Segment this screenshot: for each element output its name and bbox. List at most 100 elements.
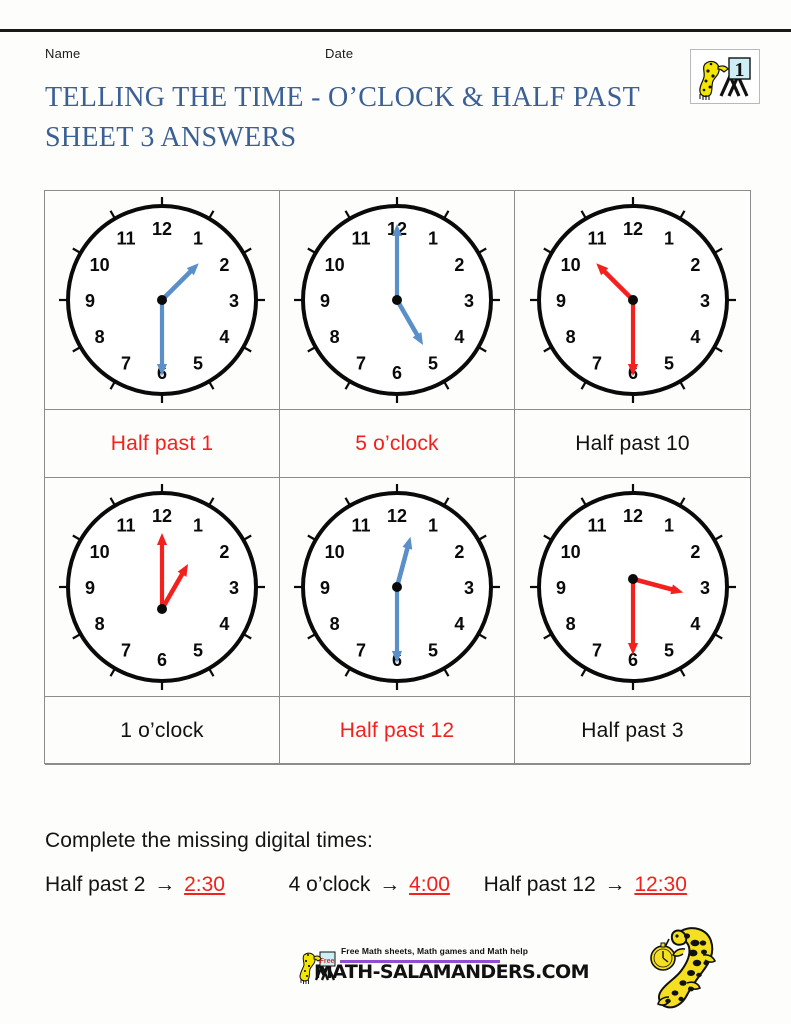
- digital-answer-3: 12:30: [634, 873, 687, 896]
- salamander-eye: [675, 934, 679, 938]
- clock-cell-3: 121234567891011: [515, 191, 750, 409]
- clock-numeral-10: 10: [325, 255, 345, 275]
- clock-numeral-12: 12: [622, 219, 642, 239]
- clock-numeral-4: 4: [454, 327, 464, 347]
- clock-numeral-3: 3: [229, 578, 239, 598]
- clock-numeral-12: 12: [622, 506, 642, 526]
- answer-text-5: Half past 12: [339, 718, 455, 742]
- answer-cell-6: Half past 3: [515, 696, 750, 765]
- clock-numeral-2: 2: [690, 255, 700, 275]
- clock-numeral-5: 5: [663, 353, 673, 373]
- clock-numeral-1: 1: [663, 229, 673, 249]
- clock-numeral-12: 12: [152, 219, 172, 239]
- clock-numeral-3: 3: [699, 578, 709, 598]
- name-label: Name: [45, 46, 81, 61]
- clock-numeral-10: 10: [560, 255, 580, 275]
- clock-cell-2: 121234567891011: [280, 191, 515, 409]
- clock-face: 121234567891011: [59, 484, 265, 690]
- clock-numeral-2: 2: [454, 255, 464, 275]
- clock-numeral-2: 2: [454, 542, 464, 562]
- clock-cell-1: 121234567891011: [45, 191, 280, 409]
- digital-item-3: Half past 12 → 12:30: [484, 873, 687, 897]
- clock-numeral-7: 7: [591, 640, 601, 660]
- instruction-text: Complete the missing digital times:: [45, 829, 373, 852]
- clock-numeral-8: 8: [330, 614, 340, 634]
- clock-numeral-6: 6: [157, 650, 167, 670]
- answer-cell-1: Half past 1: [45, 409, 280, 478]
- clock-5: 121234567891011: [280, 478, 514, 696]
- clock-numeral-3: 3: [464, 291, 474, 311]
- clock-face: 121234567891011: [294, 484, 500, 690]
- header-rule: [0, 29, 791, 32]
- clock-center-pin: [392, 582, 402, 592]
- clock-numeral-8: 8: [565, 327, 575, 347]
- answer-text-1: Half past 1: [110, 431, 214, 455]
- clock-numeral-8: 8: [565, 614, 575, 634]
- clock-numeral-8: 8: [330, 327, 340, 347]
- clock-numeral-4: 4: [690, 327, 700, 347]
- clock-numeral-9: 9: [85, 291, 95, 311]
- clock-numeral-5: 5: [663, 640, 673, 660]
- page-title: TELLING THE TIME - O’CLOCK & HALF PAST S…: [45, 78, 645, 158]
- clock-numeral-1: 1: [428, 229, 438, 249]
- clock-numeral-3: 3: [464, 578, 474, 598]
- clock-numeral-11: 11: [351, 229, 370, 249]
- clock-numeral-4: 4: [219, 327, 229, 347]
- clock-numeral-11: 11: [116, 229, 135, 249]
- answer-text-3: Half past 10: [575, 431, 690, 455]
- footer-tagline: Free Math sheets, Math games and Math he…: [341, 946, 528, 956]
- answer-cell-3: Half past 10: [515, 409, 750, 478]
- clock-center-pin: [392, 295, 402, 305]
- digital-prompt-3: Half past 12: [483, 873, 596, 896]
- clock-numeral-1: 1: [193, 516, 203, 536]
- clock-grid: 121234567891011 121234567891011 12123456…: [44, 190, 751, 765]
- clock-3: 121234567891011: [515, 191, 750, 409]
- digital-prompt-2: 4 o’clock: [288, 873, 371, 896]
- footer-salamander-icon: Free: [299, 951, 336, 984]
- clock-numeral-4: 4: [690, 614, 700, 634]
- clock-numeral-5: 5: [428, 353, 438, 373]
- logo-easel-icon: 1: [691, 50, 759, 103]
- clock-numeral-12: 12: [152, 506, 172, 526]
- clock-face: 121234567891011: [294, 197, 500, 403]
- clock-numeral-11: 11: [351, 516, 370, 536]
- clock-numeral-1: 1: [428, 516, 438, 536]
- clock-numeral-2: 2: [219, 255, 229, 275]
- title-line-1: TELLING THE TIME - O’CLOCK & HALF PAST: [45, 82, 640, 113]
- answer-cell-4: 1 o’clock: [45, 696, 280, 765]
- clock-numeral-9: 9: [85, 578, 95, 598]
- digital-answer-2: 4:00: [409, 873, 450, 896]
- arrow-icon-1: →: [154, 873, 176, 896]
- clock-numeral-7: 7: [591, 353, 601, 373]
- clock-numeral-3: 3: [699, 291, 709, 311]
- clock-numeral-6: 6: [392, 363, 402, 383]
- clock-numeral-7: 7: [356, 640, 366, 660]
- answer-text-2: 5 o’clock: [355, 431, 439, 455]
- arrow-icon-3: →: [604, 873, 626, 896]
- svg-text:Free: Free: [320, 958, 335, 965]
- clock-numeral-8: 8: [95, 614, 105, 634]
- clock-numeral-7: 7: [121, 353, 131, 373]
- clock-numeral-3: 3: [229, 291, 239, 311]
- clock-center-pin: [627, 295, 638, 305]
- clock-numeral-11: 11: [587, 229, 606, 249]
- clock-numeral-10: 10: [560, 542, 580, 562]
- clock-numeral-4: 4: [454, 614, 464, 634]
- clock-numeral-10: 10: [325, 542, 345, 562]
- clock-numeral-7: 7: [121, 640, 131, 660]
- answer-cell-5: Half past 12: [280, 696, 515, 765]
- clock-numeral-5: 5: [193, 353, 203, 373]
- digital-item-1: Half past 2 → 2:30: [45, 873, 225, 897]
- clock-numeral-1: 1: [193, 229, 203, 249]
- clock-numeral-10: 10: [90, 542, 110, 562]
- clock-face: 121234567891011: [529, 484, 736, 690]
- footer-site-name: MATH-SALAMANDERS.COM: [314, 961, 589, 983]
- clock-numeral-1: 1: [663, 516, 673, 536]
- clock-numeral-5: 5: [428, 640, 438, 660]
- clock-numeral-9: 9: [320, 291, 330, 311]
- clock-face: 121234567891011: [529, 197, 736, 403]
- clock-numeral-9: 9: [555, 578, 565, 598]
- salamander-with-watch-illustration: [650, 927, 717, 1009]
- clock-4: 12 1 2 3 4 5 6 7 8 9 10 11: [45, 478, 279, 696]
- clock-numeral-7: 7: [356, 353, 366, 373]
